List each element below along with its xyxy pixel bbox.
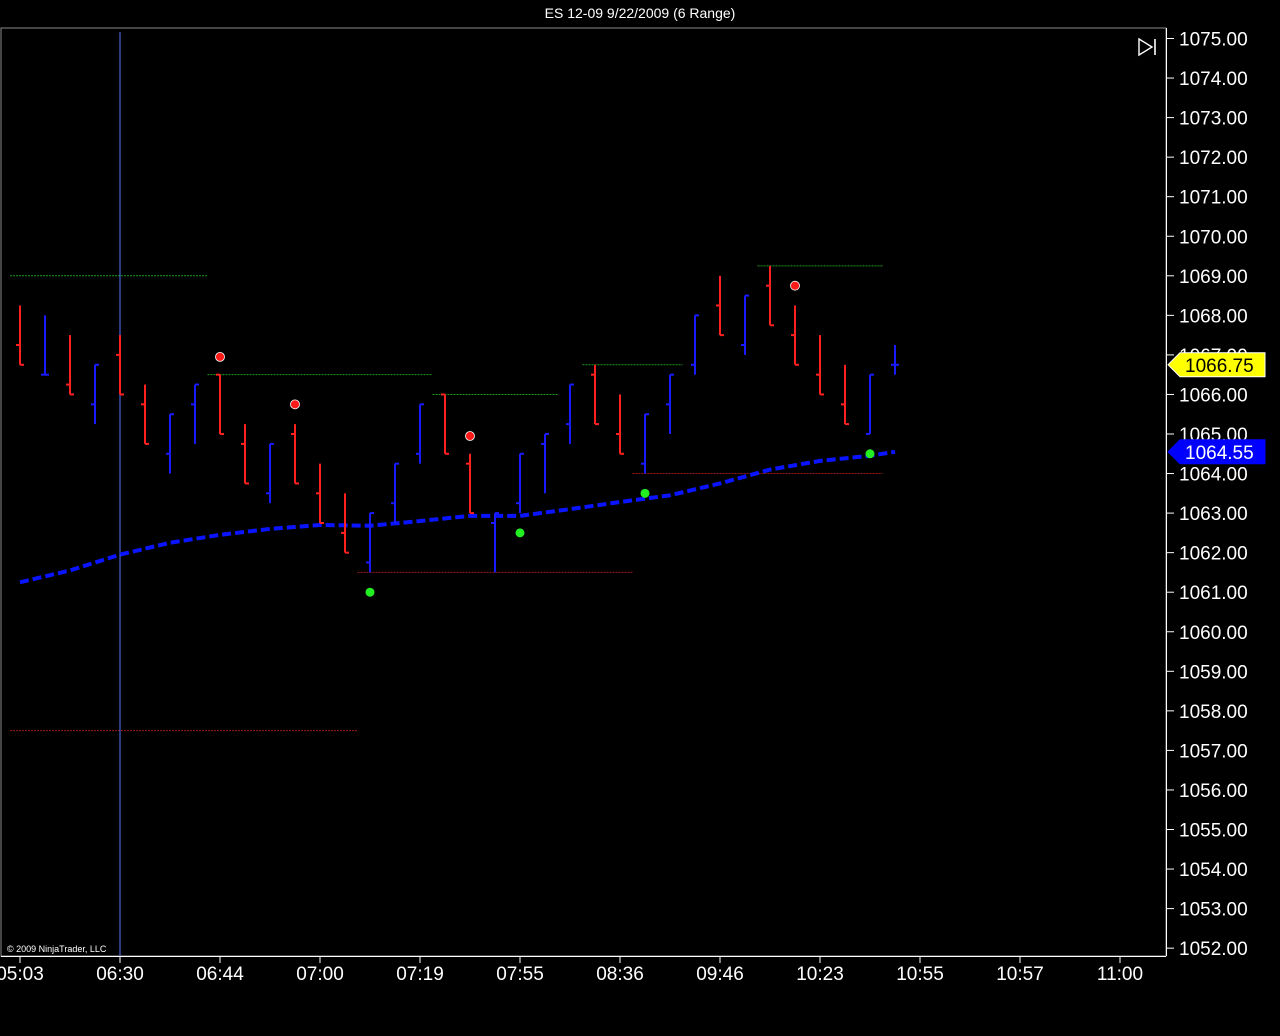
x-axis-ticks: 05:03 06:30 06:44 07:00 07:19 07:55 08:36 09:46… xyxy=(0,956,1143,985)
y-tick-label: 1059.00 xyxy=(1179,662,1248,683)
y-tick-label: 1057.00 xyxy=(1179,741,1248,762)
x-tick-label: 10:55 xyxy=(896,964,944,985)
y-tick-label: 1054.00 xyxy=(1179,860,1248,881)
y-tick-label: 1055.00 xyxy=(1179,821,1248,842)
y-tick-label: 1052.00 xyxy=(1179,939,1248,960)
sell-signal-dot xyxy=(290,399,300,410)
price-markers: 1066.75 1064.55 xyxy=(1167,352,1266,465)
sell-signal-dot xyxy=(215,351,225,362)
y-tick-label: 1060.00 xyxy=(1179,623,1248,644)
copyright-text: © 2009 NinjaTrader, LLC xyxy=(7,944,107,954)
y-tick-label: 1063.00 xyxy=(1179,504,1248,525)
x-tick-label: 05:03 xyxy=(0,964,44,985)
y-tick-label: 1069.00 xyxy=(1179,267,1248,288)
x-tick-label: 10:57 xyxy=(996,964,1044,985)
y-tick-label: 1071.00 xyxy=(1179,188,1248,209)
y-tick-label: 1066.00 xyxy=(1179,385,1248,406)
y-axis-ticks: 1075.00 1074.00 1073.00 1072.00 1071.00 1070.… xyxy=(1166,30,1248,960)
y-tick-label: 1056.00 xyxy=(1179,781,1248,802)
y-tick-label: 1053.00 xyxy=(1179,900,1248,921)
buy-signal-dot xyxy=(515,528,525,538)
buy-signal-dot xyxy=(640,488,650,498)
y-tick-label: 1074.00 xyxy=(1179,69,1248,90)
ma-price-marker: 1064.55 xyxy=(1167,439,1266,465)
x-tick-label: 07:00 xyxy=(296,964,344,985)
y-tick-label: 1070.00 xyxy=(1179,227,1248,248)
plot-area-border xyxy=(0,27,1167,957)
sell-signal-dot xyxy=(790,280,800,291)
x-tick-label: 07:19 xyxy=(396,964,444,985)
buy-signal-dot xyxy=(865,449,875,459)
scroll-to-end-icon[interactable] xyxy=(1137,36,1159,58)
y-tick-label: 1068.00 xyxy=(1179,306,1248,327)
y-tick-label: 1072.00 xyxy=(1179,148,1248,169)
x-tick-label: 06:44 xyxy=(196,964,244,985)
y-tick-label: 1058.00 xyxy=(1179,702,1248,723)
y-tick-label: 1075.00 xyxy=(1179,30,1248,51)
y-tick-label: 1061.00 xyxy=(1179,583,1248,604)
x-tick-label: 08:36 xyxy=(596,964,644,985)
buy-signal-dot xyxy=(365,587,375,597)
y-tick-label: 1062.00 xyxy=(1179,544,1248,565)
x-tick-label: 07:55 xyxy=(496,964,544,985)
price-marker-label: 1066.75 xyxy=(1185,356,1254,377)
x-tick-label: 10:23 xyxy=(796,964,844,985)
price-marker-label: 1064.55 xyxy=(1185,443,1254,464)
last-price-marker: 1066.75 xyxy=(1167,352,1266,378)
chart-canvas[interactable]: 1075.00 1074.00 1073.00 1072.00 1071.00 1070.… xyxy=(0,0,1280,1036)
x-tick-label: 09:46 xyxy=(696,964,744,985)
sell-signal-dot xyxy=(465,431,475,441)
x-tick-label: 06:30 xyxy=(96,964,144,985)
y-tick-label: 1064.00 xyxy=(1179,465,1248,486)
y-tick-label: 1073.00 xyxy=(1179,109,1248,130)
x-tick-label: 11:00 xyxy=(1097,964,1143,985)
